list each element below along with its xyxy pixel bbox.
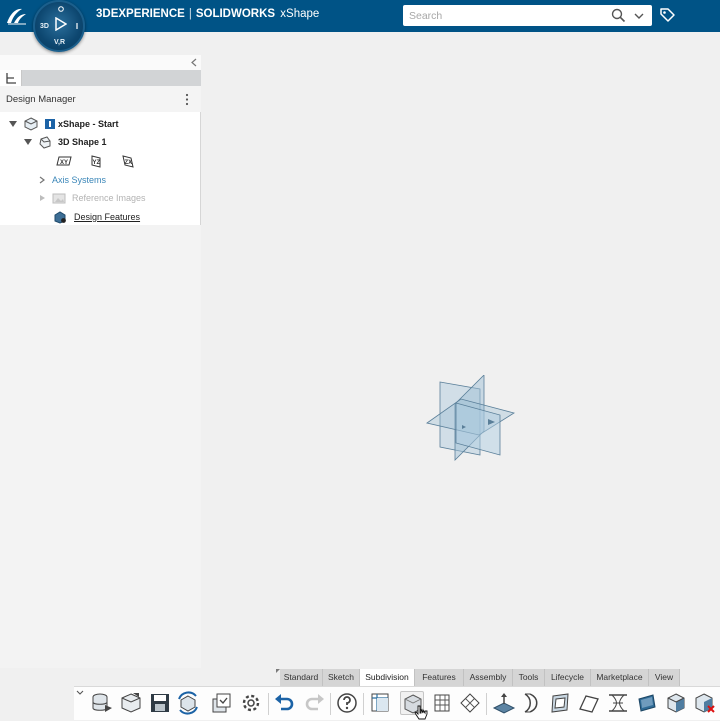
tree-item-label: Axis Systems — [52, 175, 107, 185]
tab-tree-view[interactable] — [0, 70, 22, 86]
tree-empty-area — [0, 225, 201, 668]
panel-tabs — [0, 70, 201, 86]
play-icon[interactable] — [54, 17, 67, 31]
database-icon[interactable] — [90, 691, 114, 715]
app-brand: 3DEXPERIENCE | SOLIDWORKS xShape — [96, 8, 319, 20]
collapsed-arrow-icon[interactable] — [38, 176, 46, 184]
undo-icon[interactable] — [273, 691, 297, 715]
box-solid-icon[interactable] — [664, 691, 688, 715]
toolbar-expand-icon[interactable] — [76, 689, 84, 697]
xy-plane-icon[interactable]: XY — [56, 154, 72, 168]
more-options-icon[interactable] — [184, 93, 190, 106]
yz-plane-label: YZ — [93, 160, 101, 166]
compass-info-icon — [76, 23, 78, 29]
3d-shape-icon — [39, 136, 51, 149]
toolbar-separator — [486, 693, 487, 715]
search-icon[interactable] — [611, 8, 626, 23]
3d-viewport[interactable] — [202, 55, 720, 668]
top-bar: 3DEXPERIENCE | SOLIDWORKS xShape — [0, 0, 720, 32]
tree-item-design-features[interactable]: Design Features — [0, 209, 201, 225]
zx-plane-icon[interactable]: ZX — [120, 154, 136, 168]
cube-open-icon[interactable] — [119, 691, 143, 715]
toolbar-separator — [330, 693, 331, 715]
xy-plane-label: XY — [60, 160, 68, 166]
tree-item-label: 3D Shape 1 — [58, 137, 107, 147]
tab-features[interactable]: Features — [415, 669, 464, 686]
expand-arrow-icon[interactable] — [9, 120, 17, 128]
compass-widget[interactable]: 3D V,R — [33, 0, 85, 52]
brand-separator: | — [188, 8, 192, 20]
delete-box-icon[interactable] — [693, 691, 717, 715]
boundary-surface-icon[interactable] — [548, 691, 572, 715]
yz-plane-icon[interactable]: YZ — [88, 154, 104, 168]
tree-item-label: Reference Images — [72, 193, 146, 203]
share-icon[interactable] — [209, 691, 233, 715]
compass-top-icon — [58, 6, 64, 12]
subdivision-box-icon[interactable] — [368, 691, 392, 715]
tree-item-label: xShape - Start — [58, 119, 119, 129]
tree-item-3d-shape[interactable]: 3D Shape 1 — [0, 134, 201, 150]
tab-standard[interactable]: Standard — [280, 669, 323, 686]
zx-plane-label: ZX — [125, 160, 133, 166]
tag-icon[interactable] — [659, 7, 676, 24]
extrude-face-icon[interactable] — [635, 691, 659, 715]
brand-3dexperience: 3DEXPERIENCE — [96, 8, 185, 20]
settings-icon[interactable] — [239, 691, 263, 715]
curves-icon[interactable] — [520, 691, 544, 715]
tab-subdivision[interactable]: Subdivision — [360, 669, 415, 687]
product-icon — [24, 117, 38, 131]
design-features-icon — [54, 211, 66, 224]
reference-planes-icon[interactable] — [424, 375, 519, 465]
grid-plane-icon[interactable] — [430, 691, 454, 715]
compass-vr-label: V,R — [54, 39, 66, 46]
brand-solidworks: SOLIDWORKS — [195, 8, 276, 20]
toolbar-separator — [268, 693, 269, 715]
tree-item-axis-systems[interactable]: Axis Systems — [0, 172, 201, 188]
design-manager-panel: Design Manager xShape - Start 3D Shape 1… — [0, 55, 201, 668]
search-box[interactable] — [403, 5, 652, 26]
bridge-icon[interactable] — [606, 691, 630, 715]
tab-lifecycle[interactable]: Lifecycle — [545, 669, 591, 686]
search-input[interactable] — [409, 7, 599, 24]
expand-arrow-icon[interactable] — [24, 138, 32, 146]
app-name: xShape — [280, 8, 320, 20]
collapse-panel-icon[interactable] — [189, 57, 199, 68]
diamond-mesh-icon[interactable] — [458, 691, 482, 715]
chevron-down-icon[interactable] — [632, 9, 646, 23]
tab-assembly[interactable]: Assembly — [464, 669, 513, 686]
panel-strip — [0, 55, 201, 70]
tree-view-icon — [6, 73, 16, 84]
tree-item-planes: XY YZ ZX — [0, 153, 201, 169]
design-manager-title: Design Manager — [6, 94, 76, 105]
compass-3d-label: 3D — [40, 23, 49, 30]
xshape-app-icon — [45, 119, 55, 129]
tree-item-reference-images[interactable]: Reference Images — [0, 190, 201, 206]
tab-view[interactable]: View — [649, 669, 680, 686]
toolbar-separator — [363, 693, 364, 715]
help-icon[interactable] — [335, 691, 359, 715]
reference-image-icon — [52, 193, 66, 204]
action-bar-tabs: Standard Sketch Subdivision Features Ass… — [276, 669, 680, 687]
design-manager-header: Design Manager — [0, 86, 201, 112]
tree-item-xshape-start[interactable]: xShape - Start — [0, 116, 201, 132]
collapsed-arrow-icon[interactable] — [38, 194, 46, 202]
hand-cursor-icon — [414, 705, 428, 720]
save-icon[interactable] — [148, 691, 172, 715]
tab-tools[interactable]: Tools — [513, 669, 545, 686]
refresh-icon[interactable] — [176, 691, 200, 715]
action-bar-toolbar — [74, 686, 720, 720]
tab-sketch[interactable]: Sketch — [323, 669, 360, 686]
tilt-surface-icon[interactable] — [577, 691, 601, 715]
ds-logo-icon[interactable] — [4, 4, 30, 28]
redo-icon[interactable] — [302, 691, 326, 715]
tree-item-label: Design Features — [74, 212, 141, 222]
sweep-icon[interactable] — [492, 691, 516, 715]
tab-marketplace[interactable]: Marketplace — [591, 669, 649, 686]
